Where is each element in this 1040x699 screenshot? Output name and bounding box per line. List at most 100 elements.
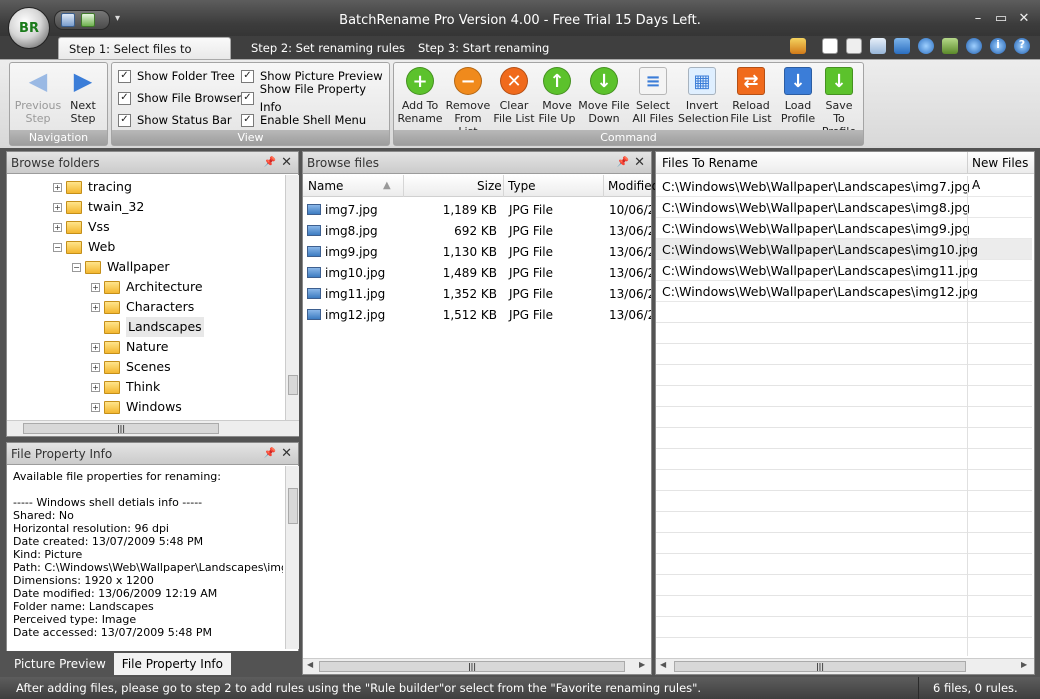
column-modified[interactable]: Modified [608,175,659,197]
tree-item[interactable]: − Web [53,237,115,257]
tab-step-1[interactable]: Step 1: Select files to rename [58,37,231,78]
expand-icon[interactable]: + [91,382,100,392]
document-icon[interactable] [846,38,862,54]
tree-item[interactable]: + Characters [91,297,194,317]
horizontal-scrollbar[interactable]: ◀ ||| ▶ [656,658,1034,674]
scroll-thumb[interactable] [288,488,298,524]
remove-button[interactable]: −RemoveFrom List [444,67,492,138]
rename-row[interactable]: C:\Windows\Web\Wallpaper\Landscapes\img7… [656,176,1032,197]
collapse-icon[interactable]: − [72,262,81,272]
file-row[interactable]: img10.jpg 1,489 KB JPG File 13/06/2 [303,263,651,284]
close-button[interactable]: ✕ [1016,12,1032,26]
expand-icon[interactable]: + [53,182,62,192]
clear-button[interactable]: ✕ Clear File List [492,67,536,125]
show-file-browser-checkbox[interactable]: ✓ Show File Browser [118,89,241,107]
pin-icon[interactable]: 📌 [264,443,276,465]
file-row[interactable]: img7.jpg 1,189 KB JPG File 10/06/2 [303,200,651,221]
vertical-scrollbar[interactable] [285,466,299,649]
move-down-button[interactable]: ↓ Move File Down [578,67,630,125]
tree-item[interactable]: + tracing [53,177,132,197]
home-icon[interactable] [894,38,910,54]
close-icon[interactable]: ✕ [281,443,292,465]
expand-icon[interactable]: + [91,402,100,412]
file-size: 1,352 KB [442,287,497,301]
rename-row[interactable]: C:\Windows\Web\Wallpaper\Landscapes\img1… [656,260,1032,281]
pin-icon[interactable]: 📌 [264,152,276,174]
checkmark-icon: ✓ [118,69,131,83]
collapse-icon[interactable]: − [53,242,62,252]
close-icon[interactable]: ✕ [281,152,292,174]
web-icon[interactable] [918,38,934,54]
file-row[interactable]: img11.jpg 1,352 KB JPG File 13/06/2 [303,284,651,305]
tree-item[interactable]: + Architecture [91,277,203,297]
invert-selection-button[interactable]: ▦ Invert Selection [678,67,729,125]
tab-step-3[interactable]: Step 3: Start renaming [408,37,559,59]
update-icon[interactable] [966,38,982,54]
tree-item[interactable]: + twain_32 [53,197,144,217]
horizontal-scrollbar[interactable]: ◀ ||| ▶ [303,658,651,674]
horizontal-scrollbar[interactable]: ||| [7,420,299,436]
column-files-to-rename[interactable]: Files To Rename [662,152,758,174]
file-row[interactable]: img8.jpg 692 KB JPG File 13/06/2 [303,221,651,242]
column-type[interactable]: Type [508,175,536,197]
previous-step-button[interactable]: ◀ Previous Step [14,67,62,126]
about-icon[interactable]: i [990,38,1006,54]
show-folder-tree-checkbox[interactable]: ✓ Show Folder Tree [118,67,241,85]
maximize-button[interactable]: ▭ [993,12,1009,26]
expand-icon[interactable]: + [91,302,100,312]
new-document-icon[interactable] [822,38,838,54]
vertical-scrollbar[interactable] [285,175,299,420]
scroll-right-icon[interactable]: ▶ [1021,660,1027,669]
column-size[interactable]: Size [477,175,502,197]
expand-icon[interactable]: + [53,222,62,232]
tree-item[interactable]: Landscapes [91,317,204,337]
scroll-thumb[interactable]: ||| [674,661,966,672]
show-status-bar-checkbox[interactable]: ✓ Show Status Bar [118,111,241,129]
rename-row[interactable]: C:\Windows\Web\Wallpaper\Landscapes\img9… [656,218,1032,239]
tree-item[interactable]: + Nature [91,337,168,357]
expand-icon[interactable]: + [53,202,62,212]
tab-picture-preview[interactable]: Picture Preview [6,653,114,675]
show-file-property-info-checkbox[interactable]: ✓ Show File Property Info [241,82,389,114]
scroll-thumb[interactable]: ||| [23,423,219,434]
tree-item[interactable]: + Scenes [91,357,171,377]
next-step-button[interactable]: ▶ Next Step [60,67,106,126]
pin-icon[interactable]: 📌 [617,152,629,174]
expand-icon[interactable]: + [91,342,100,352]
help-icon[interactable]: ? [1014,38,1030,54]
close-icon[interactable]: ✕ [634,152,645,174]
scroll-left-icon[interactable]: ◀ [307,660,313,669]
expand-icon[interactable]: + [91,362,100,372]
reload-button[interactable]: ⇄ Reload File List [726,67,776,125]
expand-icon[interactable]: + [91,282,100,292]
scroll-thumb[interactable]: ||| [319,661,625,672]
scroll-thumb[interactable] [288,375,298,395]
register-icon[interactable] [942,38,958,54]
tab-label: Step 3: Start renaming [418,41,550,55]
file-size: 1,130 KB [442,245,497,259]
load-profile-button[interactable]: ↓ Load Profile [778,67,818,125]
minimize-button[interactable]: – [970,12,986,26]
tree-item[interactable]: + Vss [53,217,110,237]
button-label: File List [493,112,535,125]
rename-row[interactable]: C:\Windows\Web\Wallpaper\Landscapes\img1… [656,281,1032,302]
rename-row[interactable]: C:\Windows\Web\Wallpaper\Landscapes\img8… [656,197,1032,218]
rename-row[interactable]: C:\Windows\Web\Wallpaper\Landscapes\img1… [656,239,1032,260]
tree-item[interactable]: − Wallpaper [72,257,170,277]
tree-item[interactable]: + Think [91,377,160,397]
tab-file-property-info[interactable]: File Property Info [113,653,231,675]
tab-step-2[interactable]: Step 2: Set renaming rules [241,37,415,59]
file-row[interactable]: img9.jpg 1,130 KB JPG File 13/06/2 [303,242,651,263]
app-menu-button[interactable]: BR [8,7,50,49]
scroll-right-icon[interactable]: ▶ [639,660,645,669]
file-row[interactable]: img12.jpg 1,512 KB JPG File 13/06/2 [303,305,651,326]
select-all-button[interactable]: ≡ Select All Files [630,67,676,125]
tree-item[interactable]: + Windows [91,397,182,417]
scroll-left-icon[interactable]: ◀ [660,660,666,669]
move-up-button[interactable]: ↑ Move File Up [536,67,578,125]
add-button[interactable]: + Add To Rename [396,67,444,125]
skin-icon[interactable] [790,38,806,54]
column-name[interactable]: Name [308,175,343,197]
email-icon[interactable] [870,38,886,54]
save-profile-button[interactable]: ↓Save ToProfile [818,67,860,138]
